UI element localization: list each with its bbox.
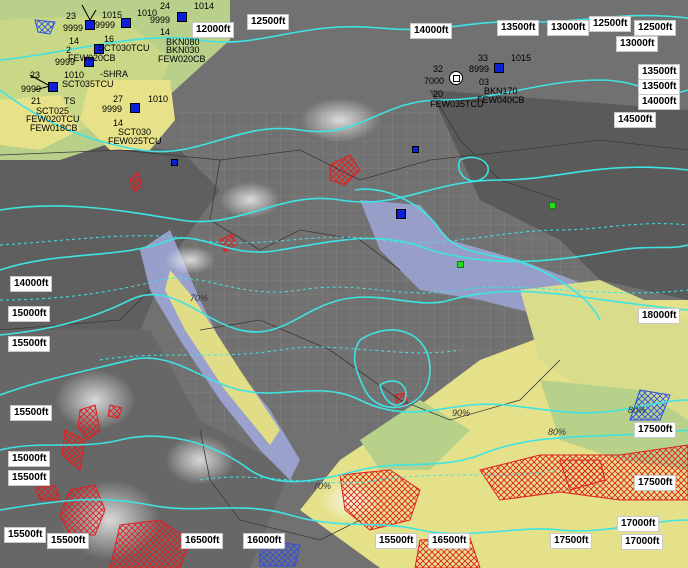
station-marker[interactable]: [85, 20, 95, 30]
station-plot: SCT030TCU: [98, 43, 150, 53]
flight-level-label: 16500ft: [428, 533, 471, 549]
station-plot: FEW018CB: [30, 123, 78, 133]
station-circle-icon[interactable]: [449, 71, 463, 85]
flight-level-label: 17000ft: [617, 516, 660, 532]
station-plot: 23: [66, 11, 77, 21]
flight-level-label: 14000ft: [638, 94, 681, 110]
station-plot: 9999: [150, 15, 171, 25]
flight-level-label: 15000ft: [8, 451, 51, 467]
flight-level-label: 13500ft: [638, 79, 681, 95]
station-plot: 23: [30, 70, 41, 80]
station-marker[interactable]: [396, 209, 406, 219]
station-marker[interactable]: [130, 103, 140, 113]
flight-level-label: 12000ft: [192, 22, 235, 38]
flight-level-label: 13500ft: [497, 20, 540, 36]
station-plot: 20: [433, 89, 444, 99]
weather-chart-map[interactable]: 12500ft 12000ft 14000ft 13500ft 13000ft …: [0, 0, 688, 568]
flight-level-label: 17500ft: [634, 422, 677, 438]
station-plot: 1010: [148, 94, 169, 104]
flight-level-label: 14000ft: [410, 23, 453, 39]
flight-level-label: 15500ft: [10, 405, 53, 421]
station-plot: FEW040CB: [477, 95, 525, 105]
station-plot: 7000: [424, 76, 445, 86]
percent-label: 90%: [452, 408, 471, 418]
station-marker[interactable]: [48, 82, 58, 92]
flight-level-label: 12500ft: [247, 14, 290, 30]
percent-label: 80%: [548, 427, 567, 437]
station-plot: 1014: [194, 1, 215, 11]
station-plot: 8999: [469, 64, 490, 74]
station-plot: -SHRA: [100, 69, 129, 79]
percent-label: 70%: [313, 481, 332, 491]
station-plot: FEW035TCU: [430, 99, 484, 109]
flight-level-label: 15000ft: [8, 306, 51, 322]
station-plot: 1015: [102, 10, 123, 20]
station-plot: 9999: [102, 104, 123, 114]
station-marker[interactable]: [121, 18, 131, 28]
flight-level-label: 15500ft: [47, 533, 90, 549]
station-marker[interactable]: [494, 63, 504, 73]
flight-level-label: 12500ft: [589, 16, 632, 32]
flight-level-label: 13000ft: [547, 20, 590, 36]
station-plot: FEW025TCU: [108, 136, 162, 146]
station-plot: SCT035TCU: [62, 79, 114, 89]
station-plot: TS: [64, 96, 76, 106]
station-plot: 9999: [55, 57, 76, 67]
flight-level-label: 15500ft: [8, 470, 51, 486]
percent-label: 80%: [628, 405, 647, 415]
percent-label: 70%: [190, 293, 209, 303]
flight-level-label: 16000ft: [243, 533, 286, 549]
station-plot: 9999: [95, 20, 116, 30]
flight-level-label: 16500ft: [181, 533, 224, 549]
station-plot: 21: [31, 96, 42, 106]
station-plot: FEW020CB: [158, 54, 206, 64]
station-plot: 14: [160, 27, 171, 37]
flight-level-label: 17000ft: [621, 534, 664, 550]
station-plot: 1015: [511, 53, 532, 63]
flight-level-label: 17500ft: [634, 475, 677, 491]
flight-level-label: 15500ft: [8, 336, 51, 352]
station-plot: 24: [160, 1, 171, 11]
flight-level-label: 17500ft: [550, 533, 593, 549]
station-marker[interactable]: [412, 146, 419, 153]
flight-level-label: 14000ft: [10, 276, 53, 292]
station-marker[interactable]: [177, 12, 187, 22]
flight-level-label: 14500ft: [614, 112, 657, 128]
flight-level-label: 13000ft: [616, 36, 659, 52]
flight-level-label: 15500ft: [375, 533, 418, 549]
station-plot: 27: [113, 94, 124, 104]
flight-level-label: 12500ft: [634, 20, 677, 36]
station-marker[interactable]: [171, 159, 178, 166]
flight-level-label: 13500ft: [638, 64, 681, 80]
flight-level-label: 18000ft: [638, 308, 681, 324]
station-plot: FEW020CB: [68, 53, 116, 63]
flight-level-label: 15500ft: [4, 527, 47, 543]
station-marker-green[interactable]: [457, 261, 464, 268]
station-plot: 32: [433, 64, 444, 74]
station-marker-green[interactable]: [549, 202, 556, 209]
station-plot: 33: [478, 53, 489, 63]
station-plot: 9999: [63, 23, 84, 33]
station-plot: 9999: [21, 84, 42, 94]
